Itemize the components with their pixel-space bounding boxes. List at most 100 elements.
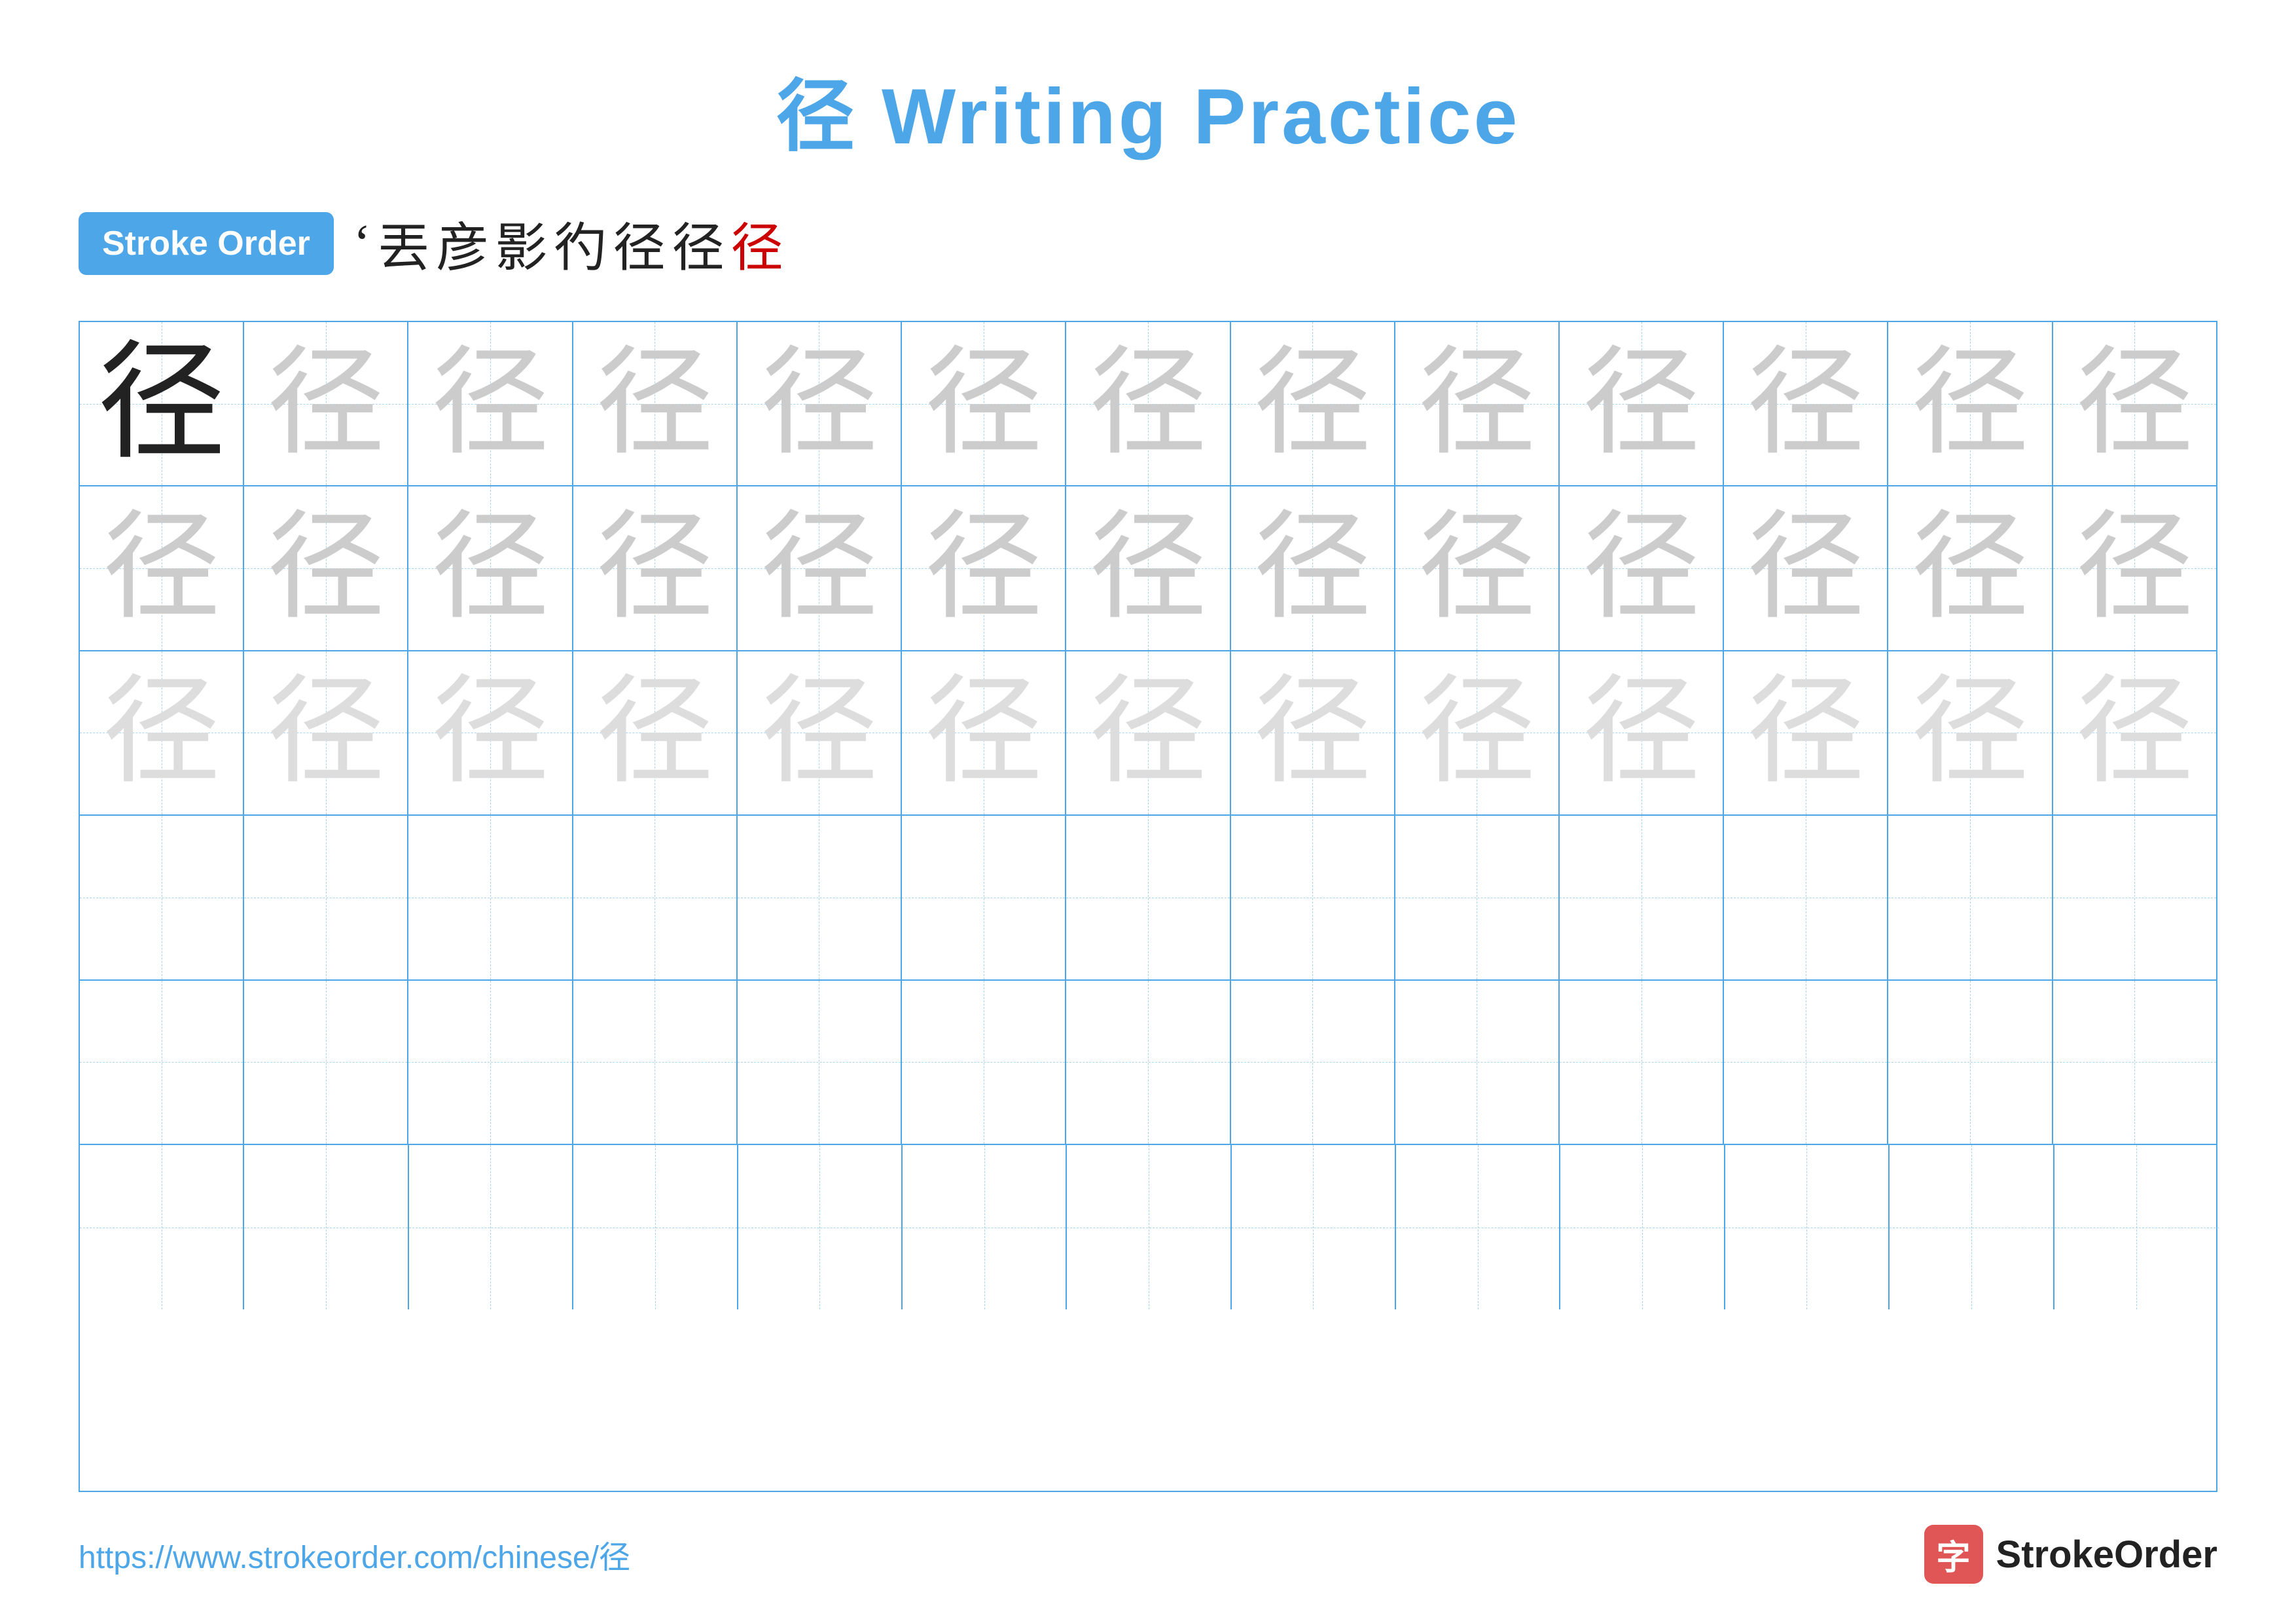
grid-cell-4-11[interactable] xyxy=(1724,816,1888,979)
grid-cell-5-9[interactable] xyxy=(1395,981,1560,1144)
grid-cell-6-1[interactable] xyxy=(80,1145,244,1309)
grid-cell-6-6[interactable] xyxy=(903,1145,1067,1309)
grid-cell-3-10[interactable]: 径 xyxy=(1560,651,1724,814)
grid-cell-6-4[interactable] xyxy=(573,1145,738,1309)
cell-character: 径 xyxy=(2075,345,2193,463)
grid-cell-5-2[interactable] xyxy=(244,981,408,1144)
logo-char: 字 xyxy=(1937,1530,1971,1579)
grid-cell-5-7[interactable] xyxy=(1066,981,1230,1144)
cell-character: 径 xyxy=(431,509,549,627)
grid-cell-2-4[interactable]: 径 xyxy=(573,486,738,649)
grid-cell-3-7[interactable]: 径 xyxy=(1066,651,1230,814)
grid-cell-5-4[interactable] xyxy=(573,981,738,1144)
grid-cell-2-5[interactable]: 径 xyxy=(738,486,902,649)
grid-cell-3-1[interactable]: 径 xyxy=(80,651,244,814)
grid-cell-1-6[interactable]: 径 xyxy=(902,322,1066,485)
grid-cell-2-8[interactable]: 径 xyxy=(1231,486,1395,649)
grid-cell-1-9[interactable]: 径 xyxy=(1395,322,1560,485)
grid-cell-3-5[interactable]: 径 xyxy=(738,651,902,814)
grid-cell-2-12[interactable]: 径 xyxy=(1888,486,2053,649)
grid-cell-4-8[interactable] xyxy=(1231,816,1395,979)
grid-cell-1-4[interactable]: 径 xyxy=(573,322,738,485)
grid-cell-1-8[interactable]: 径 xyxy=(1231,322,1395,485)
cell-character: 径 xyxy=(1583,345,1700,463)
grid-row-4 xyxy=(80,816,2216,980)
grid-cell-1-2[interactable]: 径 xyxy=(244,322,408,485)
grid-cell-4-10[interactable] xyxy=(1560,816,1724,979)
grid-cell-6-9[interactable] xyxy=(1396,1145,1560,1309)
grid-cell-2-11[interactable]: 径 xyxy=(1724,486,1888,649)
stroke-step-3: 彦 xyxy=(437,206,489,282)
cell-character: 径 xyxy=(267,674,385,792)
cell-character: 径 xyxy=(267,345,385,463)
grid-cell-1-13[interactable]: 径 xyxy=(2053,322,2216,485)
grid-cell-2-7[interactable]: 径 xyxy=(1066,486,1230,649)
grid-cell-5-8[interactable] xyxy=(1231,981,1395,1144)
grid-cell-5-10[interactable] xyxy=(1560,981,1724,1144)
grid-cell-5-13[interactable] xyxy=(2053,981,2216,1144)
grid-cell-2-3[interactable]: 径 xyxy=(408,486,573,649)
grid-cell-5-12[interactable] xyxy=(1888,981,2053,1144)
grid-cell-2-1[interactable]: 径 xyxy=(80,486,244,649)
cell-character: 径 xyxy=(925,345,1043,463)
cell-character: 径 xyxy=(267,509,385,627)
grid-cell-4-12[interactable] xyxy=(1888,816,2053,979)
footer-logo: 字 StrokeOrder xyxy=(1924,1525,2217,1584)
cell-character: 径 xyxy=(1747,345,1865,463)
grid-cell-6-3[interactable] xyxy=(409,1145,573,1309)
grid-cell-2-10[interactable]: 径 xyxy=(1560,486,1724,649)
grid-cell-5-1[interactable] xyxy=(80,981,244,1144)
grid-cell-6-8[interactable] xyxy=(1232,1145,1396,1309)
grid-cell-6-10[interactable] xyxy=(1560,1145,1725,1309)
grid-cell-4-3[interactable] xyxy=(408,816,573,979)
grid-cell-4-2[interactable] xyxy=(244,816,408,979)
grid-cell-3-11[interactable]: 径 xyxy=(1724,651,1888,814)
grid-cell-3-2[interactable]: 径 xyxy=(244,651,408,814)
grid-cell-3-12[interactable]: 径 xyxy=(1888,651,2053,814)
grid-cell-4-7[interactable] xyxy=(1066,816,1230,979)
grid-cell-4-1[interactable] xyxy=(80,816,244,979)
grid-cell-4-4[interactable] xyxy=(573,816,738,979)
grid-cell-4-5[interactable] xyxy=(738,816,902,979)
grid-cell-3-9[interactable]: 径 xyxy=(1395,651,1560,814)
logo-icon: 字 xyxy=(1924,1525,1983,1584)
grid-cell-6-2[interactable] xyxy=(244,1145,408,1309)
cell-character: 径 xyxy=(760,345,878,463)
grid-cell-5-5[interactable] xyxy=(738,981,902,1144)
grid-cell-2-2[interactable]: 径 xyxy=(244,486,408,649)
grid-cell-6-5[interactable] xyxy=(738,1145,903,1309)
cell-character: 径 xyxy=(1418,345,1535,463)
footer-url: https://www.strokeorder.com/chinese/径 xyxy=(79,1531,630,1577)
grid-cell-1-12[interactable]: 径 xyxy=(1888,322,2053,485)
grid-cell-1-7[interactable]: 径 xyxy=(1066,322,1230,485)
grid-cell-4-9[interactable] xyxy=(1395,816,1560,979)
stroke-step-2: 丟 xyxy=(378,206,430,282)
cell-character: 径 xyxy=(103,674,221,792)
grid-cell-2-13[interactable]: 径 xyxy=(2053,486,2216,649)
grid-cell-3-3[interactable]: 径 xyxy=(408,651,573,814)
grid-row-3: 径径径径径径径径径径径径径 xyxy=(80,651,2216,816)
grid-cell-6-12[interactable] xyxy=(1890,1145,2054,1309)
grid-cell-6-11[interactable] xyxy=(1725,1145,1890,1309)
grid-cell-3-13[interactable]: 径 xyxy=(2053,651,2216,814)
grid-cell-6-7[interactable] xyxy=(1067,1145,1231,1309)
cell-character: 径 xyxy=(1911,345,2029,463)
grid-cell-1-10[interactable]: 径 xyxy=(1560,322,1724,485)
grid-cell-5-6[interactable] xyxy=(902,981,1066,1144)
grid-cell-3-8[interactable]: 径 xyxy=(1231,651,1395,814)
grid-cell-6-13[interactable] xyxy=(2054,1145,2219,1309)
grid-cell-3-6[interactable]: 径 xyxy=(902,651,1066,814)
grid-cell-1-11[interactable]: 径 xyxy=(1724,322,1888,485)
grid-cell-1-3[interactable]: 径 xyxy=(408,322,573,485)
grid-cell-5-3[interactable] xyxy=(408,981,573,1144)
grid-cell-4-6[interactable] xyxy=(902,816,1066,979)
grid-cell-2-9[interactable]: 径 xyxy=(1395,486,1560,649)
title-text: 径 Writing Practice xyxy=(776,73,1520,160)
page-container: 径 Writing Practice Stroke Order ‘丟彦影彴径径径… xyxy=(0,0,2296,1623)
grid-cell-3-4[interactable]: 径 xyxy=(573,651,738,814)
grid-cell-4-13[interactable] xyxy=(2053,816,2216,979)
grid-cell-5-11[interactable] xyxy=(1724,981,1888,1144)
grid-cell-1-5[interactable]: 径 xyxy=(738,322,902,485)
grid-cell-2-6[interactable]: 径 xyxy=(902,486,1066,649)
grid-cell-1-1[interactable]: 径 xyxy=(80,322,244,485)
